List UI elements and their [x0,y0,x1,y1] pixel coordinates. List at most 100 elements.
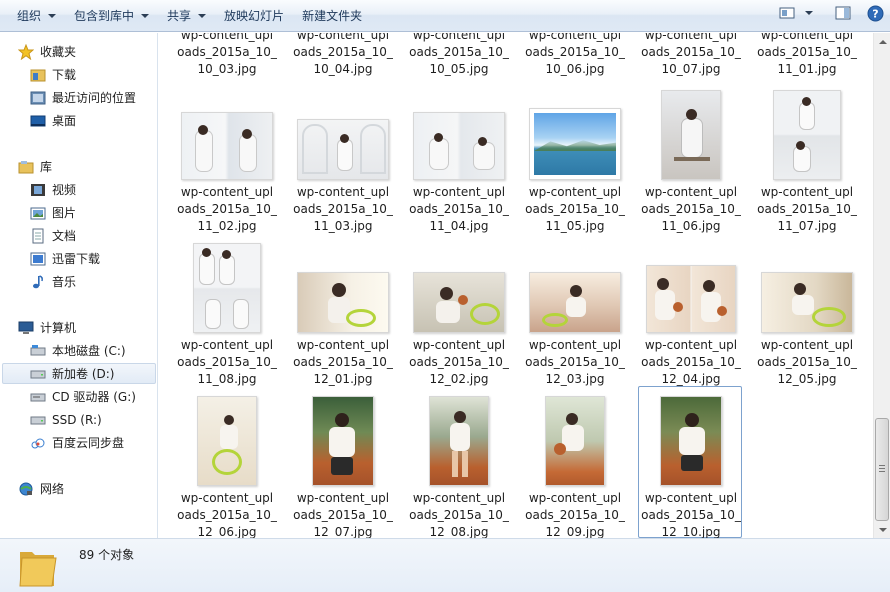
organize-label: 组织 [17,9,42,23]
file-item[interactable]: wp-content_upl oads_2015a_10_ 10_03.jpg [175,33,279,78]
file-item[interactable]: wp-content_upl oads_2015a_10_ 11_05.jpg [523,85,627,237]
file-name-line: 11_08.jpg [197,372,257,386]
file-item[interactable]: wp-content_upl oads_2015a_10_ 11_08.jpg [175,238,279,390]
nav-downloads[interactable]: 下载 [30,64,76,85]
nav-videos[interactable]: 视频 [30,179,76,200]
item-count: 89 个对象 [79,548,135,562]
network-icon [18,481,34,497]
file-item[interactable]: wp-content_upl oads_2015a_10_ 12_02.jpg [407,238,511,390]
chevron-down-icon [198,13,207,18]
music-note-icon [30,274,46,290]
file-item[interactable]: wp-content_upl oads_2015a_10_ 10_04.jpg [291,33,395,78]
file-name-line: oads_2015a_10_ [409,355,509,369]
file-name-line: wp-content_upl [644,338,738,352]
nav-drive-d[interactable]: 新加卷 (D:) [2,363,156,384]
nav-baidu-cloud[interactable]: 百度云同步盘 [30,432,124,453]
file-name-line: wp-content_upl [412,185,506,199]
file-name-line: oads_2015a_10_ [293,508,393,522]
file-name-line: wp-content_upl [528,338,622,352]
slideshow-button[interactable]: 放映幻灯片 [215,4,293,28]
file-item[interactable]: wp-content_upl oads_2015a_10_ 10_07.jpg [639,33,743,78]
help-icon[interactable]: ? [866,4,884,22]
new-folder-button[interactable]: 新建文件夹 [293,4,371,28]
view-icon[interactable] [778,4,796,22]
file-item[interactable]: wp-content_upl oads_2015a_10_ 11_06.jpg [639,85,743,237]
nav-pictures[interactable]: 图片 [30,202,76,223]
scrollbar-thumb[interactable] [875,418,889,521]
file-name-line: wp-content_upl [412,338,506,352]
file-item[interactable]: wp-content_upl oads_2015a_10_ 11_04.jpg [407,85,511,237]
file-name-line: wp-content_upl [180,491,274,505]
file-name-line: 12_05.jpg [777,372,837,386]
file-name-line: 12_02.jpg [429,372,489,386]
nav-music[interactable]: 音乐 [30,271,76,292]
nav-drive-g-label: CD 驱动器 (G:) [52,390,136,404]
file-name-line: wp-content_upl [296,491,390,505]
nav-favorites[interactable]: 收藏夹 [18,41,76,62]
nav-network[interactable]: 网络 [18,478,64,499]
file-item[interactable]: wp-content_upl oads_2015a_10_ 10_06.jpg [523,33,627,78]
scroll-down-arrow-icon[interactable] [874,521,890,538]
nav-recent-label: 最近访问的位置 [52,91,137,105]
file-item[interactable]: wp-content_upl oads_2015a_10_ 12_09.jpg [523,391,627,538]
nav-baidu-label: 百度云同步盘 [52,436,125,450]
file-item-selected[interactable]: wp-content_upl oads_2015a_10_ 12_10.jpg [638,386,742,538]
computer-icon [18,320,34,336]
nav-recent[interactable]: 最近访问的位置 [30,87,136,108]
file-name-line: wp-content_upl [180,338,274,352]
image-thumbnail [297,272,389,333]
nav-drive-r[interactable]: SSD (R:) [30,409,102,430]
file-item[interactable]: wp-content_upl oads_2015a_10_ 12_06.jpg [175,391,279,538]
image-thumbnail [413,272,505,333]
file-view: wp-content_upl oads_2015a_10_ 10_03.jpg wp… [159,33,873,538]
file-name-line: wp-content_upl [528,491,622,505]
file-name-line: 12_03.jpg [545,372,605,386]
cd-drive-icon [30,389,46,405]
image-thumbnail [297,119,389,180]
image-thumbnail [429,396,489,486]
star-icon [18,43,34,60]
video-icon [30,182,46,198]
nav-desktop[interactable]: 桌面 [30,110,76,131]
image-thumbnail [413,112,505,180]
nav-computer[interactable]: 计算机 [18,317,76,338]
file-item[interactable]: wp-content_upl oads_2015a_10_ 12_01.jpg [291,238,395,390]
preview-pane-icon[interactable] [834,4,852,22]
file-name-line: 11_03.jpg [313,219,373,233]
file-name-line: 12_08.jpg [429,525,489,538]
nav-thunder-downloads[interactable]: 迅雷下载 [30,248,100,269]
scroll-up-arrow-icon[interactable] [874,33,890,50]
nav-desktop-label: 桌面 [52,114,77,128]
nav-drive-c[interactable]: 本地磁盘 (C:) [30,340,126,361]
file-name-line: wp-content_upl [760,185,854,199]
downloads-folder-icon [30,67,46,83]
nav-pictures-label: 图片 [52,206,77,220]
nav-documents[interactable]: 文档 [30,225,76,246]
file-item[interactable]: wp-content_upl oads_2015a_10_ 11_02.jpg [175,85,279,237]
details-pane: 89 个对象 [0,538,890,592]
view-options-chevron-icon[interactable] [804,4,814,22]
file-item[interactable]: wp-content_upl oads_2015a_10_ 12_08.jpg [407,391,511,538]
share-menu[interactable]: 共享 [158,4,215,28]
include-in-library-menu[interactable]: 包含到库中 [65,4,158,28]
image-thumbnail [529,272,621,333]
file-item[interactable]: wp-content_upl oads_2015a_10_ 11_03.jpg [291,85,395,237]
file-name-line: wp-content_upl [296,185,390,199]
file-item[interactable]: wp-content_upl oads_2015a_10_ 10_05.jpg [407,33,511,78]
file-item[interactable]: wp-content_upl oads_2015a_10_ 11_07.jpg [755,85,859,237]
include-in-library-label: 包含到库中 [74,9,135,23]
vertical-scrollbar[interactable] [873,33,890,538]
file-item[interactable]: wp-content_upl oads_2015a_10_ 12_04.jpg [639,238,743,390]
nav-videos-label: 视频 [52,183,77,197]
image-thumbnail [773,90,841,180]
organize-menu[interactable]: 组织 [8,4,65,28]
nav-libraries[interactable]: 库 [18,156,52,177]
nav-drive-g[interactable]: CD 驱动器 (G:) [30,386,136,407]
file-item[interactable]: wp-content_upl oads_2015a_10_ 12_07.jpg [291,391,395,538]
slideshow-label: 放映幻灯片 [224,9,285,23]
file-item[interactable]: wp-content_upl oads_2015a_10_ 12_05.jpg [755,238,859,390]
file-item[interactable]: wp-content_upl oads_2015a_10_ 11_01.jpg [755,33,859,78]
file-item[interactable]: wp-content_upl oads_2015a_10_ 12_03.jpg [523,238,627,390]
file-name-line: oads_2015a_10_ [409,202,509,216]
nav-drive-d-label: 新加卷 (D:) [52,367,115,381]
